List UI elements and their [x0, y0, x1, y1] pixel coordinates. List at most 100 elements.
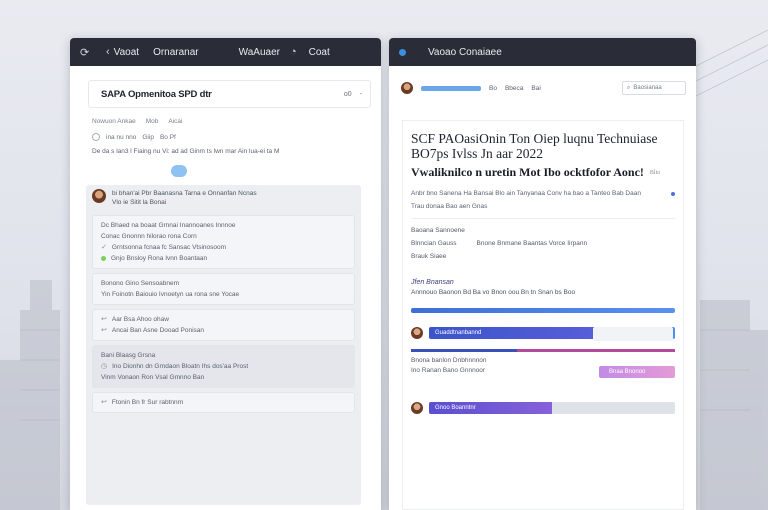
summary-title: Jfen Bnansan [411, 279, 454, 286]
progress-indicator [421, 85, 481, 91]
sub-text: Bnona banlon Dnbhnnnon [411, 357, 487, 364]
card-text: Conac Gnonnn hilorao rona Corn [101, 233, 197, 240]
card-text: Bani Blaasg Grsna [101, 352, 156, 359]
status-bar: Gnoo Boanntnr [429, 402, 675, 414]
status-label: Guaddtnanbannd [435, 330, 482, 336]
bullet-icon [671, 191, 675, 196]
search-icon: ⌕ [627, 84, 631, 91]
card-text: Ino Dionhn dn Grndaon Bloatn Ihs dos'aa … [112, 363, 249, 370]
toolbar-item[interactable]: Bai [531, 85, 540, 92]
card-text: Dc Bhaed na boaat Grnnai Inannoanes Innn… [101, 222, 236, 229]
info-text: Baoana Sannoene [411, 227, 465, 234]
thread-header: bi bhan'ai Pbr Baanasna Tarna e Onnanfan… [86, 185, 361, 211]
status-dot-icon [101, 256, 106, 261]
divider [411, 218, 675, 219]
status-label: Gnoo Boanntnr [435, 405, 476, 411]
left-titlebar: ⟳ ‹ Vaoat Ornaranar WaAuaer ◔ Coat [70, 38, 381, 66]
back-button[interactable]: ‹ Vaoat [106, 46, 139, 58]
avatar[interactable] [401, 82, 413, 94]
split-indicator [411, 349, 675, 352]
reply-icon: ↩ [101, 399, 107, 406]
comment-card[interactable]: Bonono Gino Sensoabnem Yin Foinotn Baiou… [92, 273, 355, 305]
comment-card[interactable]: ↩ Ftonin Bn fr Sur rabtnnrn [92, 392, 355, 413]
progress-fill [411, 308, 675, 313]
avatar [411, 402, 423, 414]
meta-item: Aicai [168, 118, 183, 125]
card-text: Bonono Gino Sensoabnem [101, 280, 180, 287]
right-title: Vaoao Conaiaee [428, 46, 502, 58]
chat-bubble-icon[interactable] [171, 165, 187, 177]
reply-icon: ↩ [101, 316, 107, 323]
header-control-2[interactable]: - [360, 91, 362, 98]
comment-card[interactable]: ↩ Aar Bsa Ahoo ohaw ↩ Ancai Ban Asne Dooad… [92, 309, 355, 341]
summary-card: Jfen Bnansan Annnouo Baonon Bd Ba vo Bno… [411, 278, 675, 298]
progress-bar [411, 308, 675, 313]
card-text: Grntsonna fcnaa fc Sansac Vtsinosoom [111, 244, 227, 251]
back-icon: ‹ [106, 46, 110, 58]
app-label: Ornaranar [153, 46, 199, 58]
refresh-icon[interactable]: ⟳ [80, 46, 102, 59]
article-line-text: Anbr bno Sanena Ha Bansai Blo ain Tanyan… [411, 190, 641, 197]
settings-icon[interactable]: ◔ [290, 46, 297, 58]
card-text: Gnjo Bnsloy Rona Ivnn Boantaan [111, 255, 208, 262]
app-icon [399, 48, 406, 56]
left-window: ⟳ ‹ Vaoat Ornaranar WaAuaer ◔ Coat SAPA … [70, 38, 381, 510]
comment-card[interactable]: Dc Bhaed na boaat Grnnai Inannoanes Innn… [92, 215, 355, 269]
document-title: SAPA Opmenitoa SPD dtr [101, 88, 212, 100]
card-text: Aar Bsa Ahoo ohaw [111, 316, 169, 323]
user-label[interactable]: WaAuaer [239, 47, 280, 58]
card-text: Vinm Vonaon Ron Vsal Gmnno Ban [101, 374, 205, 381]
description: De da s lan3 l Fiaing nu Vi: ad ad Ginm … [92, 148, 280, 155]
info-text: Blnncian Gauss [411, 240, 457, 247]
document-header: SAPA Opmenitoa SPD dtr o0 - [88, 80, 371, 108]
status-bar-fill: Gnoo Boanntnr [429, 402, 552, 414]
meta-item: Nowuon Ankae [92, 118, 136, 125]
secondary-button[interactable] [593, 327, 673, 341]
right-label[interactable]: Coat [309, 47, 330, 58]
meta-row: ina nu nno Giip Bo Pf [92, 133, 363, 141]
thread-line: Vlo ie Sitit la Bonai [112, 199, 167, 206]
header-controls: o0 - [344, 91, 362, 98]
header-control-1[interactable]: o0 [344, 91, 352, 98]
meta-row-item: Bo Pf [159, 133, 176, 141]
right-titlebar: Vaoao Conaiaee [389, 38, 696, 66]
avatar [411, 327, 423, 339]
right-window: Vaoao Conaiaee Bo Bbeca Bai ⌕ Baosianaa … [389, 38, 696, 510]
subhead-text: Vwaliknilco n uretin Mot Ibo ocktfofor A… [411, 165, 644, 179]
info-text: Bnone Bnmane Baantas Vorce Iirpann [476, 240, 588, 247]
info-row: Blnncian Gauss Bnone Bnmane Baantas Vorc… [411, 240, 675, 247]
back-label: Vaoat [113, 46, 140, 58]
search-input[interactable]: ⌕ Baosianaa [622, 81, 686, 95]
meta-item: Mob [145, 118, 159, 125]
subhead-tag[interactable]: Blio [650, 170, 660, 176]
meta-bar: Nowuon Ankae Mob Aicai [92, 118, 363, 125]
right-toolbar: Bo Bbeca Bai ⌕ Baosianaa [401, 78, 686, 98]
card-text: Yin Foinotn Baiouio Ivnoetyn ua rona sne… [101, 291, 240, 298]
article-line: Trau donaa Bao aen Gnas [411, 203, 675, 210]
summary-text: Annnouo Baonon Bd Ba vo Bnon oou Bn tn S… [411, 289, 576, 296]
action-button[interactable]: Bnaa Bnonoo [599, 366, 675, 378]
toolbar-item[interactable]: Bbeca [505, 85, 523, 92]
comment-card[interactable]: Bani Blaasg Grsna ◷ Ino Dionhn dn Grndaon… [92, 345, 355, 388]
info-row: Brauk Siaee [411, 253, 675, 260]
list-item[interactable]: Gnoo Boanntnr [411, 402, 675, 414]
radio-icon[interactable] [92, 133, 100, 141]
article-headline: SCF PAOasiOnin Ton Oiep luqnu Technuiase… [411, 131, 658, 161]
status-bar-fill: Guaddtnanbannd [429, 327, 614, 339]
meta-row-item: ina nu nno [106, 133, 137, 141]
status-bar-rest [552, 402, 675, 414]
sub-block: Bnona banlon Dnbhnnnon Ino Ranan Bano Gn… [411, 356, 675, 378]
toolbar-item[interactable]: Bo [489, 85, 497, 92]
meta-row-item: Giip [142, 133, 154, 141]
reply-icon: ↩ [101, 327, 107, 334]
article-line: Anbr bno Sanena Ha Bansai Blo ain Tanyan… [411, 190, 675, 197]
card-text: Ancai Ban Asne Dooad Ponisan [111, 327, 205, 334]
info-text: Brauk Siaee [411, 253, 447, 260]
thread-panel: bi bhan'ai Pbr Baanasna Tarna e Onnanfan… [86, 185, 361, 505]
thread-line: bi bhan'ai Pbr Baanasna Tarna e Onnanfan… [112, 190, 257, 197]
clock-icon: ◷ [101, 363, 108, 370]
search-placeholder: Baosianaa [633, 85, 662, 91]
check-icon: ✓ [101, 244, 107, 251]
article-content: SCF PAOasiOnin Ton Oiep luqnu Technuiase… [402, 120, 684, 510]
avatar[interactable] [92, 189, 106, 203]
